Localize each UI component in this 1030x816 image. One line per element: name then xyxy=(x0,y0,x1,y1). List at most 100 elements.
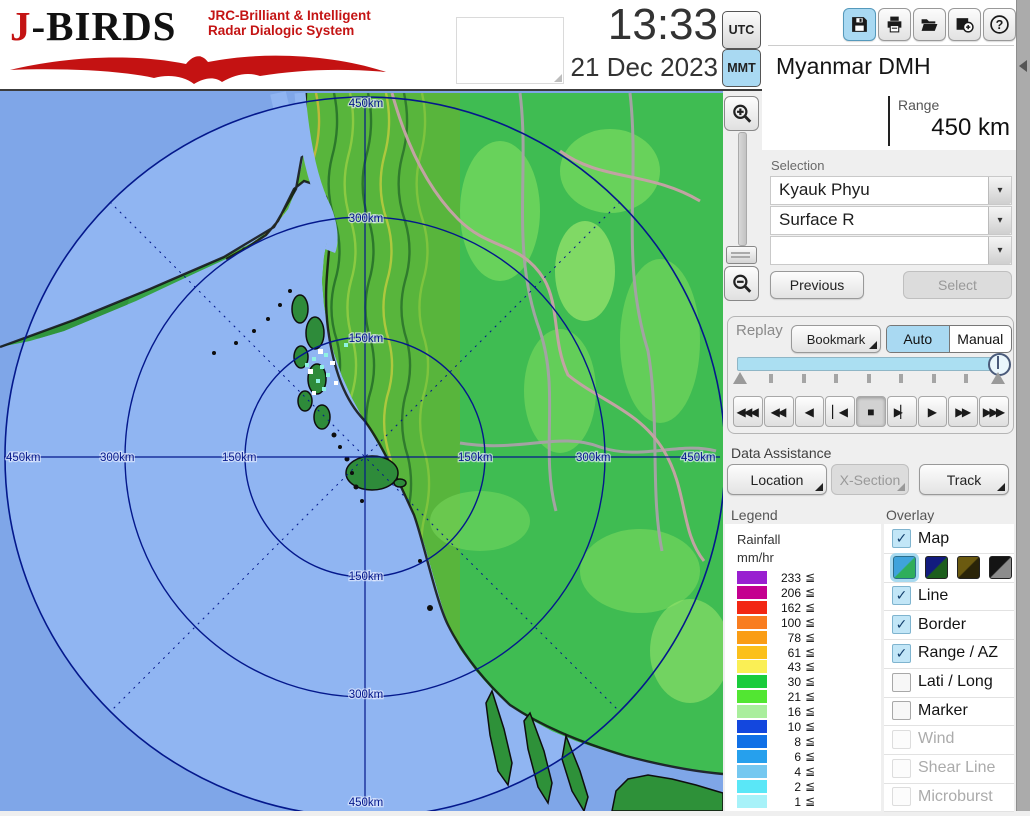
app-logo: J-BIRDS xyxy=(10,2,176,50)
legend-value: 30 xyxy=(763,675,801,689)
map-style-swatch-row[interactable] xyxy=(884,553,1014,583)
legend-title-1: Rainfall xyxy=(737,532,780,547)
ring-label-300-e: 300km xyxy=(576,452,611,464)
forward-fast-button[interactable]: ▶▶ xyxy=(948,396,978,427)
legend-row: 206≦ xyxy=(725,585,881,600)
checkbox-shear-line[interactable] xyxy=(892,759,911,778)
map-style-swatch-3[interactable] xyxy=(957,556,980,579)
location-button[interactable]: Location xyxy=(727,464,827,495)
legend-value: 6 xyxy=(763,750,801,764)
dropdown-value: Surface R xyxy=(771,207,988,234)
collapse-arrow-icon xyxy=(1019,60,1027,72)
slider-tick xyxy=(899,374,903,383)
checkbox-border[interactable]: ✓ xyxy=(892,615,911,634)
overlay-item-map[interactable]: ✓Map xyxy=(884,524,1014,554)
print-button[interactable] xyxy=(878,8,911,41)
forward-fastest-button[interactable]: ▶▶▶ xyxy=(979,396,1009,427)
eagle-logo-icon xyxy=(8,48,388,86)
clock-time: 13:33 xyxy=(552,0,718,50)
overlay-item-wind[interactable]: Wind xyxy=(884,725,1014,755)
legend-lte-symbol: ≦ xyxy=(805,585,815,599)
replay-slider-track[interactable] xyxy=(737,357,1007,371)
radar-map[interactable]: 450km 300km 150km 150km 300km 450km 450k… xyxy=(0,91,723,811)
utc-button[interactable]: UTC xyxy=(722,11,761,49)
checkbox-wind[interactable] xyxy=(892,730,911,749)
x-section-button[interactable]: X-Section xyxy=(831,464,909,495)
panel-collapse-strip[interactable] xyxy=(1016,0,1030,811)
legend-value: 233 xyxy=(763,571,801,585)
legend-value: 43 xyxy=(763,660,801,674)
skip-to-end-button[interactable]: ▶▏ xyxy=(887,396,917,427)
manual-button[interactable]: Manual xyxy=(950,326,1012,352)
auto-button[interactable]: Auto xyxy=(887,326,950,352)
legend-lte-symbol: ≦ xyxy=(805,779,815,793)
slider-end-marker[interactable] xyxy=(991,372,1005,384)
selection-dropdown-2[interactable]: Surface R▾ xyxy=(770,206,1012,235)
open-folder-button[interactable] xyxy=(913,8,946,41)
ring-label-450-s: 450km xyxy=(349,797,384,809)
overlay-item-line[interactable]: ✓Line xyxy=(884,581,1014,611)
stop-button[interactable]: ■ xyxy=(856,396,886,427)
track-button[interactable]: Track xyxy=(919,464,1009,495)
overlay-item-label: Border xyxy=(918,616,966,634)
slider-start-marker[interactable] xyxy=(733,372,747,384)
radar-map-svg: 450km 300km 150km 150km 300km 450km 450k… xyxy=(0,91,723,811)
zoom-in-button[interactable] xyxy=(724,96,759,131)
play-button[interactable]: ▶ xyxy=(918,396,948,427)
legend-row: 1≦ xyxy=(725,794,881,809)
checkbox-map[interactable]: ✓ xyxy=(892,529,911,548)
rewind-fastest-button[interactable]: ◀◀◀ xyxy=(733,396,763,427)
skip-to-start-button[interactable]: ▏◀ xyxy=(825,396,855,427)
logo-subtitle: JRC-Brilliant & Intelligent Radar Dialog… xyxy=(208,8,371,38)
zoom-slider-handle[interactable] xyxy=(726,246,757,264)
legend-lte-symbol: ≦ xyxy=(805,615,815,629)
selection-dropdown-1[interactable]: Kyauk Phyu▾ xyxy=(770,176,1012,205)
slider-tick xyxy=(802,374,806,383)
add-image-icon xyxy=(955,15,974,34)
printer-icon xyxy=(885,15,904,34)
checkbox-microburst[interactable] xyxy=(892,787,911,806)
dropdown-arrow-button[interactable]: ▾ xyxy=(988,177,1011,204)
rewind-fast-button[interactable]: ◀◀ xyxy=(764,396,794,427)
overlay-item-shear-line[interactable]: Shear Line xyxy=(884,754,1014,784)
zoom-slider-track[interactable] xyxy=(738,132,747,246)
toolbar-separator xyxy=(768,45,1014,46)
zoom-out-button[interactable] xyxy=(724,266,759,301)
overlay-item-lati-long[interactable]: Lati / Long xyxy=(884,668,1014,698)
checkbox-marker[interactable] xyxy=(892,701,911,720)
help-button[interactable]: ? xyxy=(983,8,1016,41)
select-button[interactable]: Select xyxy=(903,271,1012,299)
dropdown-arrow-button[interactable]: ▾ xyxy=(988,237,1011,264)
overlay-item-marker[interactable]: Marker xyxy=(884,696,1014,726)
overlay-item-label: Lati / Long xyxy=(918,673,993,691)
checkbox-line[interactable]: ✓ xyxy=(892,586,911,605)
legend-row: 43≦ xyxy=(725,659,881,674)
slider-tick xyxy=(964,374,968,383)
dropdown-value xyxy=(771,237,988,264)
overlay-item-range-az[interactable]: ✓Range / AZ xyxy=(884,639,1014,669)
map-style-swatch-2[interactable] xyxy=(925,556,948,579)
map-style-swatch-4[interactable] xyxy=(989,556,1012,579)
map-style-swatch-1[interactable] xyxy=(893,556,916,579)
svg-text:?: ? xyxy=(996,18,1004,32)
bookmark-button[interactable]: Bookmark xyxy=(791,325,881,353)
add-image-button[interactable] xyxy=(948,8,981,41)
replay-mode-group: Auto Manual xyxy=(886,325,1012,353)
save-button[interactable] xyxy=(843,8,876,41)
magnifier-minus-icon xyxy=(731,273,753,295)
ring-label-150-s: 150km xyxy=(349,571,384,583)
slider-tick xyxy=(867,374,871,383)
overlay-item-border[interactable]: ✓ Border xyxy=(884,610,1014,640)
mmt-button[interactable]: MMT xyxy=(722,49,761,87)
legend-value: 10 xyxy=(763,720,801,734)
checkbox-lati-long[interactable] xyxy=(892,673,911,692)
playback-controls: ◀◀◀◀◀◀▏◀■▶▏▶▶▶▶▶▶ xyxy=(733,396,1009,427)
overlay-item-microburst[interactable]: Microburst xyxy=(884,782,1014,812)
rewind-button[interactable]: ◀ xyxy=(795,396,825,427)
previous-button[interactable]: Previous xyxy=(770,271,864,299)
dropdown-arrow-button[interactable]: ▾ xyxy=(988,207,1011,234)
selection-dropdown-3[interactable]: ▾ xyxy=(770,236,1012,265)
legend-row: 100≦ xyxy=(725,615,881,630)
legend-row: 2≦ xyxy=(725,779,881,794)
checkbox-range-az[interactable]: ✓ xyxy=(892,644,911,663)
